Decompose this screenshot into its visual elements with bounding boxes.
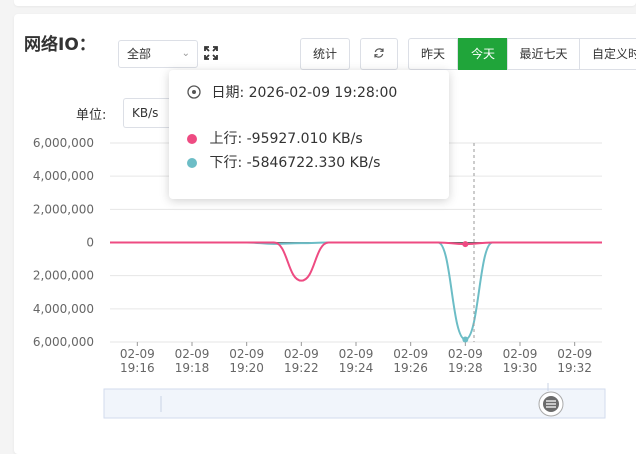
x-tick-label: 19:24 [339,361,374,375]
x-tick-label: 19:22 [284,361,319,375]
x-tick-label: 19:28 [448,361,483,375]
y-tick-label: 2,000,000 [33,202,94,216]
x-tick-label: 19:18 [175,361,210,375]
x-tick-label: 19:26 [393,361,428,375]
x-tick-label: 02-09 [339,347,374,361]
y-tick-label: 0 [86,236,94,250]
series-point [462,241,469,248]
y-tick-label: 6,000,000 [33,335,94,349]
datazoom-handle-right[interactable] [538,391,564,417]
y-tick-label: 6,000,000 [33,136,94,150]
x-tick-label: 02-09 [120,347,155,361]
tooltip-date: 日期: 2026-02-09 19:28:00 [211,85,398,101]
x-tick-label: 02-09 [284,347,319,361]
series-line [110,241,602,341]
x-tick-label: 19:16 [120,361,155,375]
download-legend-dot [187,158,197,168]
clock-icon [187,85,201,99]
x-tick-label: 19:30 [503,361,538,375]
x-tick-label: 02-09 [175,347,210,361]
x-tick-label: 02-09 [393,347,428,361]
chart-tooltip: 日期: 2026-02-09 19:28:00 上行: -95927.010 K… [169,70,449,199]
x-tick-label: 02-09 [557,347,592,361]
x-tick-label: 02-09 [448,347,483,361]
upload-legend-dot [187,134,197,144]
network-io-chart: 6,000,000 4,000,000 2,000,000 0 2,000,000 4,0… [33,136,606,419]
y-tick-label: 4,000,000 [33,169,94,183]
x-tick-label: 19:20 [229,361,264,375]
y-tick-label: 2,000,000 [33,269,94,283]
datazoom-slider[interactable] [103,383,606,419]
tooltip-download-value: 下行: -5846722.330 KB/s [209,155,381,171]
series-line [110,241,602,282]
datazoom-track [103,388,606,419]
tooltip-upload-value: 上行: -95927.010 KB/s [209,131,363,147]
x-tick-label: 02-09 [503,347,538,361]
series-point [462,336,469,343]
y-tick-label: 4,000,000 [33,302,94,316]
x-tick-label: 02-09 [229,347,264,361]
x-tick-label: 19:32 [557,361,592,375]
